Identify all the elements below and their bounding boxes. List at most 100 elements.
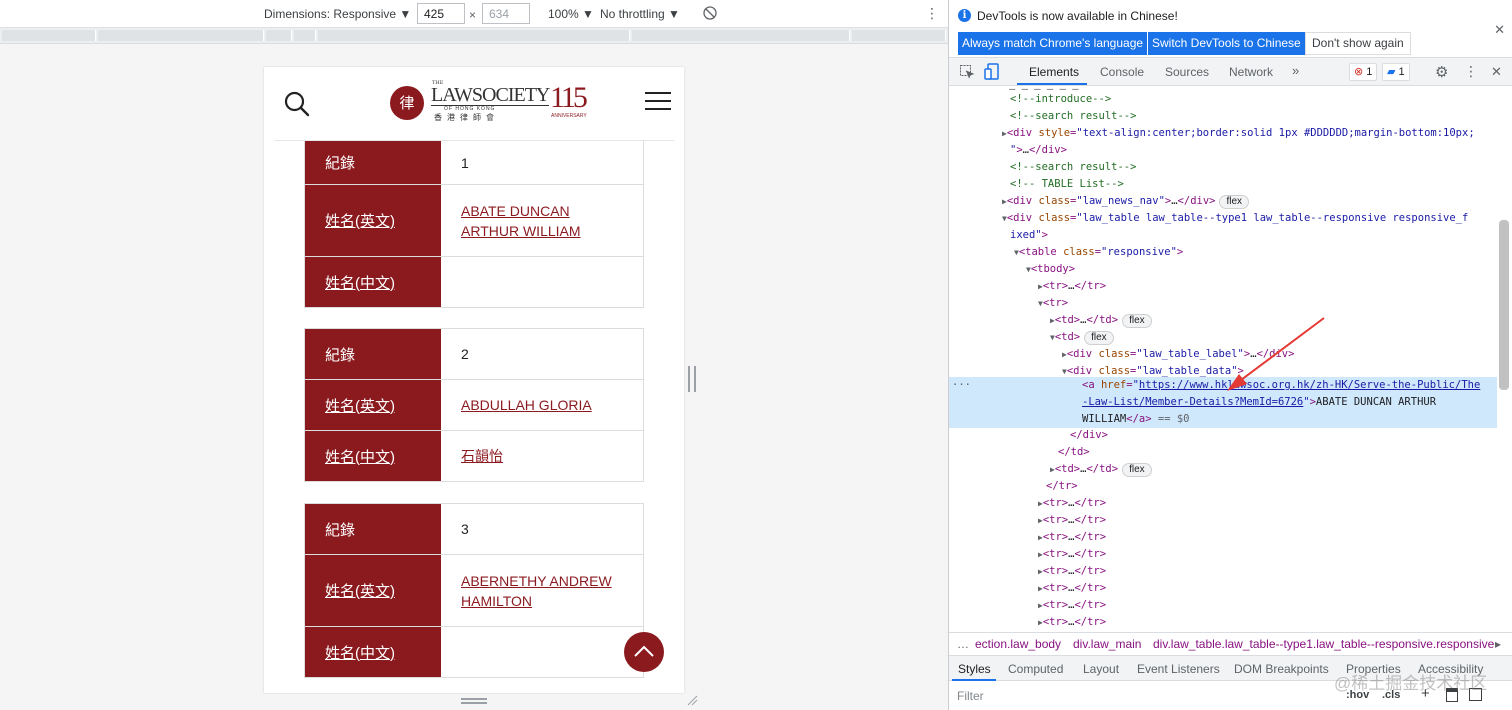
dom-node[interactable]: ▶<tr>…</tr> bbox=[949, 495, 1497, 512]
more-options-icon[interactable]: ⋮ bbox=[925, 5, 939, 22]
message-icon: ▰ bbox=[1387, 66, 1396, 78]
tab-network[interactable]: Network bbox=[1229, 65, 1273, 79]
dom-node[interactable]: ▼<tr> bbox=[949, 295, 1497, 312]
seal-logo: 律 bbox=[390, 86, 424, 120]
devtools-panel: i DevTools is now available in Chinese! … bbox=[948, 0, 1512, 710]
breadcrumb-item[interactable]: div.law_table.law_table--type1.law_table… bbox=[1153, 637, 1494, 651]
anniversary-label: ANNIVERSARY bbox=[551, 113, 587, 119]
record-label: 紀錄 bbox=[305, 329, 441, 379]
tab-layout[interactable]: Layout bbox=[1083, 662, 1119, 676]
name-en-label[interactable]: 姓名(英文) bbox=[325, 210, 395, 231]
tab-styles[interactable]: Styles bbox=[958, 662, 991, 676]
match-language-button[interactable]: Always match Chrome's language bbox=[958, 32, 1148, 55]
red-arrow-annotation bbox=[1227, 317, 1325, 391]
dom-node[interactable]: ▶<tr>…</tr> bbox=[949, 512, 1497, 529]
record-card: 紀錄 3 姓名(英文) ABERNETHY ANDREW HAMILTON 姓名… bbox=[304, 503, 644, 678]
crumb-ellipsis-icon[interactable]: … bbox=[957, 637, 969, 651]
dom-node[interactable]: ▶<tr>…</tr> bbox=[949, 278, 1497, 295]
tab-computed[interactable]: Computed bbox=[1008, 662, 1063, 676]
width-input[interactable]: 425 bbox=[417, 3, 465, 24]
close-devtools-icon[interactable]: ✕ bbox=[1491, 64, 1502, 80]
member-link-zh[interactable]: 石韻怡 bbox=[461, 446, 503, 466]
dom-node[interactable]: ▶<tr>…</tr> bbox=[949, 529, 1497, 546]
node-ellipsis-icon[interactable]: ··· bbox=[952, 377, 971, 394]
dom-scrollbar[interactable] bbox=[1499, 220, 1509, 390]
member-link[interactable]: ABDULLAH GLORIA bbox=[461, 395, 592, 415]
record-number: 3 bbox=[461, 521, 469, 537]
member-link[interactable]: ABATE DUNCAN ARTHUR WILLIAM bbox=[461, 201, 623, 241]
dom-node[interactable]: ▶<tr>…</tr> bbox=[949, 614, 1497, 631]
more-tabs-icon[interactable]: » bbox=[1292, 63, 1299, 78]
media-query-ruler bbox=[0, 28, 948, 44]
error-count: 1 bbox=[1366, 66, 1373, 78]
dom-node[interactable]: ▼<table class="responsive"> bbox=[949, 244, 1497, 261]
name-zh-label[interactable]: 姓名(中文) bbox=[325, 446, 395, 467]
dimensions-select[interactable]: Dimensions: Responsive ▼ bbox=[264, 7, 411, 21]
tab-elements[interactable]: Elements bbox=[1029, 65, 1079, 79]
throttling-select[interactable]: No throttling ▼ bbox=[600, 7, 680, 21]
dom-node[interactable]: ▶<tr>…</tr> bbox=[949, 580, 1497, 597]
tab-dom-breakpoints[interactable]: DOM Breakpoints bbox=[1234, 662, 1329, 676]
zoom-select[interactable]: 100% ▼ bbox=[548, 7, 594, 21]
dom-node[interactable]: ▶<tr>…</tr> bbox=[949, 546, 1497, 563]
dom-node[interactable]: ▶<tr>…</tr> bbox=[949, 597, 1497, 614]
name-zh-label[interactable]: 姓名(中文) bbox=[325, 272, 395, 293]
name-en-label[interactable]: 姓名(英文) bbox=[325, 580, 395, 601]
dom-node[interactable]: ▼<tbody> bbox=[949, 261, 1497, 278]
logo-chinese: 香港律師會 bbox=[434, 113, 499, 122]
devtools-tabbar: Elements Console Sources Network » ⊗ 1 ▰… bbox=[949, 58, 1512, 86]
breadcrumb-item[interactable]: ection.law_body bbox=[975, 637, 1061, 651]
watermark: @稀土掘金技术社区 bbox=[1334, 674, 1488, 693]
dont-show-again-button[interactable]: Don't show again bbox=[1305, 32, 1411, 55]
info-text: DevTools is now available in Chinese! bbox=[977, 9, 1178, 23]
back-to-top-button[interactable] bbox=[624, 632, 664, 672]
tab-sources[interactable]: Sources bbox=[1165, 65, 1209, 79]
dom-node[interactable]: <!-- TABLE List--> bbox=[949, 176, 1497, 193]
resize-corner-icon[interactable] bbox=[686, 694, 698, 706]
name-zh-label[interactable]: 姓名(中文) bbox=[325, 642, 395, 663]
crumb-scroll-icon[interactable]: ▸ bbox=[1495, 637, 1501, 651]
filter-input[interactable]: Filter bbox=[957, 689, 984, 703]
breadcrumb-item[interactable]: div.law_main bbox=[1073, 637, 1141, 651]
record-card: 紀錄 1 姓名(英文) ABATE DUNCAN ARTHUR WILLIAM … bbox=[304, 141, 644, 308]
resize-handle-right[interactable] bbox=[688, 366, 696, 392]
message-badge[interactable]: ▰ 1 bbox=[1382, 63, 1410, 81]
dom-node[interactable]: ▶<div style="text-align:center;border:so… bbox=[949, 125, 1497, 142]
record-card: 紀錄 2 姓名(英文) ABDULLAH GLORIA 姓名(中文) 石韻怡 bbox=[304, 328, 644, 482]
resize-handle-bottom[interactable] bbox=[461, 698, 487, 704]
record-row: 紀錄 1 bbox=[305, 141, 643, 185]
device-toolbar-icon[interactable] bbox=[984, 63, 1000, 80]
dom-node[interactable]: <!--search result--> bbox=[949, 108, 1497, 125]
tab-event-listeners[interactable]: Event Listeners bbox=[1137, 662, 1220, 676]
dom-node[interactable]: ▶<tr>…</tr> bbox=[949, 563, 1497, 580]
close-icon[interactable]: ✕ bbox=[1494, 22, 1505, 38]
member-link[interactable]: ABERNETHY ANDREW HAMILTON bbox=[461, 571, 623, 611]
gear-icon[interactable]: ⚙ bbox=[1435, 63, 1448, 81]
height-input[interactable]: 634 bbox=[482, 3, 530, 24]
site-header: 律 THE LAWSOCIETY OF HONG KONG 香港律師會 115 … bbox=[274, 67, 674, 141]
menu-icon[interactable] bbox=[645, 92, 671, 110]
breadcrumb: … ection.law_body div.law_main div.law_t… bbox=[949, 632, 1512, 654]
name-zh-value bbox=[441, 257, 643, 307]
dom-node[interactable]: ▶<div class="law_news_nav">…</div> flex bbox=[949, 193, 1497, 210]
dom-tree[interactable]: — — — — — — <!--introduce--> <!--search … bbox=[949, 86, 1499, 632]
dom-node[interactable]: ▼<div class="law_table law_table--type1 … bbox=[949, 210, 1497, 227]
name-en-row: 姓名(英文) ABATE DUNCAN ARTHUR WILLIAM bbox=[305, 185, 643, 257]
error-icon: ⊗ bbox=[1354, 66, 1364, 78]
switch-chinese-button[interactable]: Switch DevTools to Chinese bbox=[1148, 32, 1305, 55]
search-icon[interactable] bbox=[284, 91, 310, 117]
dom-node[interactable]: <!--introduce--> bbox=[949, 91, 1497, 108]
record-number: 2 bbox=[461, 346, 469, 362]
inspect-element-icon[interactable] bbox=[959, 64, 975, 80]
dom-node[interactable]: ▶<td>…</td> flex bbox=[949, 461, 1497, 478]
language-infobar: i DevTools is now available in Chinese! … bbox=[949, 0, 1512, 58]
kebab-menu-icon[interactable]: ⋮ bbox=[1464, 63, 1478, 80]
record-number: 1 bbox=[461, 154, 469, 171]
record-label: 紀錄 bbox=[305, 141, 441, 184]
dom-node[interactable]: <!--search result--> bbox=[949, 159, 1497, 176]
times-sign: × bbox=[469, 8, 477, 22]
rotate-icon[interactable] bbox=[703, 6, 717, 20]
tab-console[interactable]: Console bbox=[1100, 65, 1144, 79]
error-badge[interactable]: ⊗ 1 bbox=[1349, 63, 1378, 81]
name-en-label[interactable]: 姓名(英文) bbox=[325, 395, 395, 416]
